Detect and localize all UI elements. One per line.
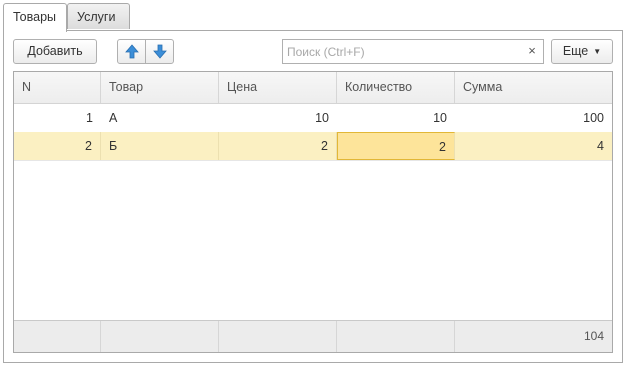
add-button[interactable]: Добавить: [13, 39, 97, 64]
cell-quantity-active[interactable]: 2: [337, 132, 455, 160]
cell-n[interactable]: 2: [14, 132, 101, 160]
search-input[interactable]: [283, 40, 521, 63]
move-down-button[interactable]: [145, 39, 174, 64]
footer-total-sum: 104: [583, 329, 604, 343]
cell-quantity[interactable]: 10: [337, 104, 455, 132]
column-header-quantity[interactable]: Количество: [337, 72, 455, 103]
footer-cell: [14, 321, 101, 352]
goods-table[interactable]: N Товар Цена Количество Сумма 1 А 10 10 …: [13, 71, 613, 353]
footer-cell: [219, 321, 337, 352]
more-label: Еще: [562, 44, 589, 58]
chevron-down-icon: ▼: [593, 47, 602, 57]
cell-product[interactable]: А: [101, 104, 219, 132]
cell-product[interactable]: Б: [101, 132, 219, 160]
tab-panel: Добавить × Еще ▼ N Товар Цена Количество …: [3, 30, 623, 363]
cell-price[interactable]: 2: [219, 132, 337, 160]
footer-cell: [101, 321, 219, 352]
table-header: N Товар Цена Количество Сумма: [14, 72, 612, 104]
cell-price[interactable]: 10: [219, 104, 337, 132]
table-row-selected[interactable]: 2 Б 2 2 4: [14, 132, 612, 161]
search-field: [282, 39, 522, 64]
clear-search-button[interactable]: ×: [521, 39, 544, 64]
table-row[interactable]: 1 А 10 10 100: [14, 104, 612, 133]
column-header-n[interactable]: N: [14, 72, 101, 103]
table-footer: 104: [14, 320, 612, 352]
cell-sum[interactable]: 4: [455, 132, 612, 160]
column-header-product[interactable]: Товар: [101, 72, 219, 103]
move-up-button[interactable]: [117, 39, 146, 64]
cell-n[interactable]: 1: [14, 104, 101, 132]
cell-sum[interactable]: 100: [455, 104, 612, 132]
close-icon: ×: [528, 43, 536, 58]
tab-goods[interactable]: Товары: [3, 3, 67, 32]
column-header-price[interactable]: Цена: [219, 72, 337, 103]
footer-cell: [337, 321, 455, 352]
arrow-up-icon: [125, 44, 139, 59]
more-button[interactable]: Еще ▼: [551, 39, 613, 64]
column-header-sum[interactable]: Сумма: [455, 72, 612, 103]
tab-services[interactable]: Услуги: [67, 3, 130, 29]
arrow-down-icon: [153, 44, 167, 59]
